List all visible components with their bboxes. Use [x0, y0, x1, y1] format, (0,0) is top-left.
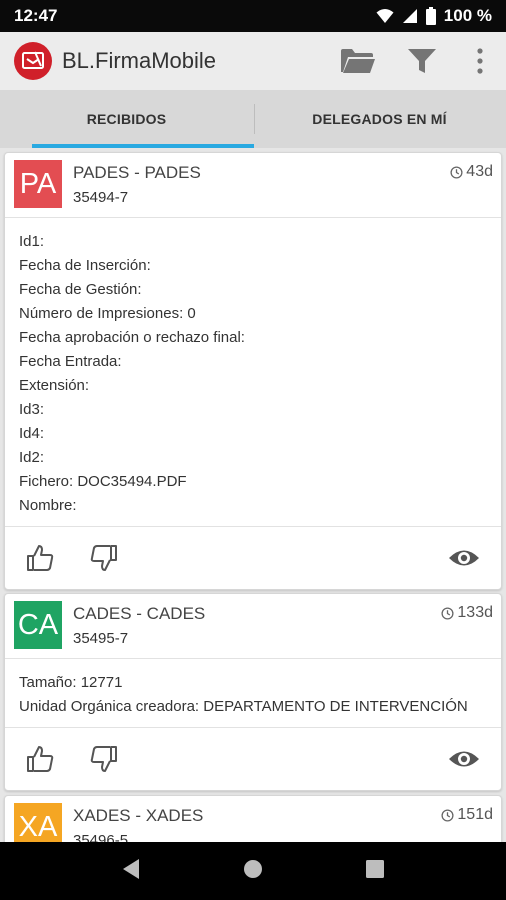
folder-icon[interactable] [336, 39, 380, 83]
document-code: 35496-5 [73, 832, 129, 842]
document-details: Tamaño: 12771 Unidad Orgánica creadora: … [5, 659, 501, 727]
detail-id4: Id4: [19, 425, 45, 442]
battery-level: 100 % [443, 6, 492, 25]
document-card[interactable]: PA PADES - PADES 35494-7 43d Id1: Fecha … [4, 152, 502, 590]
more-vert-icon[interactable] [468, 39, 492, 83]
wifi-icon [376, 8, 394, 24]
detail-extension: Extensión: [19, 377, 90, 394]
document-age: 151d [441, 806, 493, 824]
tab-delegados-label: DELEGADOS EN MÍ [312, 111, 447, 127]
clock-icon [450, 165, 463, 179]
detail-id1: Id1: [19, 233, 45, 250]
recents-icon[interactable] [365, 859, 385, 884]
clock-icon [441, 808, 454, 822]
home-icon[interactable] [242, 858, 264, 885]
back-icon[interactable] [121, 858, 141, 885]
card-actions [5, 728, 501, 790]
document-type: CADES - CADES [73, 604, 206, 623]
battery-icon [425, 7, 436, 25]
document-code: 35495-7 [73, 630, 129, 647]
detail-nombre: Nombre: [19, 497, 77, 514]
document-list[interactable]: PA PADES - PADES 35494-7 43d Id1: Fecha … [0, 148, 506, 842]
app-logo-icon [14, 42, 52, 80]
tab-bar: RECIBIDOS DELEGADOS EN MÍ [0, 90, 506, 148]
status-bar: 12:47 100 % [0, 0, 506, 32]
detail-fichero: Fichero: DOC35494.PDF [19, 473, 187, 490]
detail-id3: Id3: [19, 401, 45, 418]
document-age-value: 151d [457, 806, 493, 823]
tab-delegados-en-mi[interactable]: DELEGADOS EN MÍ [253, 90, 506, 148]
detail-fecha-aprobacion: Fecha aprobación o rechazo final: [19, 329, 245, 346]
document-details: Id1: Fecha de Inserción: Fecha de Gestió… [5, 218, 501, 526]
thumbs-up-icon[interactable] [25, 543, 55, 573]
detail-fecha-gestion: Fecha de Gestión: [19, 281, 142, 298]
filter-icon[interactable] [400, 39, 444, 83]
view-eye-icon[interactable] [447, 543, 481, 573]
status-time: 12:47 [14, 6, 58, 25]
system-nav-bar [0, 842, 506, 900]
document-code: 35494-7 [73, 189, 129, 206]
document-type-badge: XA [14, 803, 62, 842]
document-type-badge: CA [14, 601, 62, 649]
document-type: PADES - PADES [73, 163, 201, 182]
detail-tamano: Tamaño: 12771 [19, 674, 123, 691]
detail-fecha-entrada: Fecha Entrada: [19, 353, 122, 370]
tab-recibidos-label: RECIBIDOS [86, 111, 167, 127]
document-card[interactable]: CA CADES - CADES 35495-7 133d Tamaño: 12… [4, 593, 502, 791]
app-title: BL.FirmaMobile [62, 48, 217, 73]
detail-unidad-organica: Unidad Orgánica creadora: DEPARTAMENTO D… [19, 698, 468, 715]
thumbs-down-icon[interactable] [89, 744, 119, 774]
detail-fecha-insercion: Fecha de Inserción: [19, 257, 151, 274]
detail-id2: Id2: [19, 449, 45, 466]
document-age-value: 133d [457, 604, 493, 621]
document-age-value: 43d [466, 163, 493, 180]
clock-icon [441, 606, 454, 620]
app-bar: BL.FirmaMobile [0, 32, 506, 90]
document-age: 43d [450, 163, 493, 181]
thumbs-up-icon[interactable] [25, 744, 55, 774]
document-age: 133d [441, 604, 493, 622]
view-eye-icon[interactable] [447, 744, 481, 774]
document-type: XADES - XADES [73, 806, 204, 825]
detail-numero-impresiones: Número de Impresiones: 0 [19, 305, 196, 322]
card-actions [5, 527, 501, 589]
tab-recibidos[interactable]: RECIBIDOS [0, 90, 253, 148]
signal-icon [402, 8, 418, 24]
thumbs-down-icon[interactable] [89, 543, 119, 573]
document-card[interactable]: XA XADES - XADES 35496-5 151d [4, 795, 502, 842]
document-type-badge: PA [14, 160, 62, 208]
tab-divider [254, 104, 255, 134]
